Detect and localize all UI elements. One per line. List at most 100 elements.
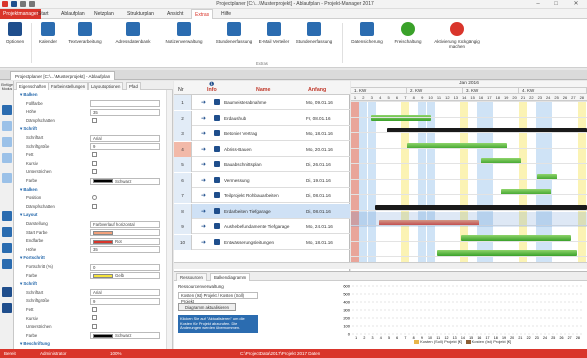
tab-bar-chart[interactable]: Balkendiagramm	[210, 273, 251, 281]
table-icon[interactable]	[2, 259, 12, 269]
task-name[interactable]: Abriss-Bauen	[224, 142, 296, 157]
checkbox[interactable]	[92, 152, 97, 158]
redo-icon[interactable]	[29, 1, 35, 7]
task-start[interactable]: Mo, 20.01.16	[306, 142, 333, 157]
milestone-icon[interactable]	[2, 153, 12, 163]
task-name[interactable]: Vermessung	[224, 173, 296, 188]
table-row[interactable]: 2 ➜ Erdaushub Fr, 08.01.16	[174, 110, 350, 126]
task-name[interactable]: Betonier Vertrag	[224, 126, 296, 141]
property-value[interactable]: 0	[90, 263, 160, 271]
task-start[interactable]: Mo, 24.01.16	[306, 219, 333, 234]
table-row[interactable]: 3 ➜ Betonier Vertrag Mo, 18.01.16	[174, 126, 350, 141]
task-start[interactable]: Mo, 09.01.16	[306, 95, 333, 110]
stopwatch-button[interactable]: Stundenerfassung	[291, 21, 337, 63]
table-row[interactable]: 6 ➜ Vermessung Di, 19.01.16	[174, 172, 350, 188]
property-section[interactable]: ▾ Balken	[16, 186, 166, 194]
undo-icon[interactable]	[20, 1, 26, 7]
task-start[interactable]: Di, 26.01.16	[306, 157, 331, 172]
mode-soll-icon[interactable]	[2, 105, 12, 115]
task-name[interactable]: Bauabschnittsplan	[224, 157, 296, 172]
tab-colors[interactable]: Farbeinstellungen	[48, 82, 89, 90]
radio-button[interactable]	[92, 195, 97, 201]
property-section[interactable]: ▾ Beschriftung	[16, 340, 166, 348]
menu-netzplan[interactable]: Netzplan	[91, 9, 117, 19]
subtask-icon[interactable]	[2, 137, 12, 147]
checkbox[interactable]	[92, 315, 97, 321]
move-down-icon[interactable]	[2, 303, 12, 313]
property-value[interactable]: Rot	[90, 237, 160, 245]
task-start[interactable]: Fr, 08.01.16	[306, 111, 331, 126]
header-name[interactable]: Name	[256, 87, 270, 93]
task-name[interactable]: Erdarbeiten Tiefgarage	[224, 204, 296, 219]
tab-properties[interactable]: Eigenschaften	[16, 82, 50, 90]
task-start[interactable]: Di, 08.01.16	[306, 188, 331, 203]
outdent-icon[interactable]	[2, 227, 12, 237]
minimize-button[interactable]: –	[531, 0, 545, 9]
property-value[interactable]: Arial	[90, 134, 160, 142]
header-start[interactable]: Anfang	[308, 87, 326, 93]
task-start[interactable]: Di, 19.01.16	[306, 173, 331, 188]
checkbox[interactable]	[92, 169, 97, 175]
text-edit-button[interactable]: Textverarbeitung	[63, 21, 107, 63]
task-icon[interactable]	[2, 121, 12, 131]
table-row[interactable]: 10 ➜ Entwässerungsleitungen Mo, 18.01.16	[174, 234, 350, 250]
options-button[interactable]: Optionen	[2, 21, 28, 63]
property-value[interactable]: Farbverlauf horizontal	[90, 220, 160, 228]
maximize-button[interactable]: □	[549, 0, 563, 9]
cost-dropdown[interactable]: Kosten (Ist) Projekt / Kosten (Soll) Pro…	[178, 292, 258, 304]
tab-layout-options[interactable]: Layoutoptionen	[88, 82, 124, 90]
table-row[interactable]: 8 ➜ Erdarbeiten Tiefgarage Di, 08.01.16	[174, 203, 350, 219]
property-value[interactable]: 9	[90, 143, 160, 151]
task-start[interactable]: Di, 08.01.16	[306, 204, 331, 219]
refresh-chart-button[interactable]: Diagramm aktualisieren	[178, 303, 236, 311]
property-section[interactable]: ▾ Fortschritt	[16, 254, 166, 262]
property-value[interactable]: Arial	[90, 289, 160, 297]
deactivate-button[interactable]: Aktivierung rückgängig machen	[430, 21, 484, 63]
task-name[interactable]: Entwässerungsleitungen	[224, 235, 296, 250]
menu-strukturplan[interactable]: Strukturplan	[124, 9, 157, 19]
checkbox[interactable]	[92, 306, 97, 312]
property-value[interactable]: Schwarz	[90, 177, 160, 185]
menu-ansicht[interactable]: Ansicht	[164, 9, 186, 19]
move-up-icon[interactable]	[2, 287, 12, 297]
header-info[interactable]: Info	[207, 87, 217, 93]
task-name[interactable]: Erdaushub	[224, 111, 296, 126]
list-icon[interactable]	[2, 243, 12, 253]
property-value[interactable]	[90, 100, 160, 108]
property-value[interactable]: Gelb	[90, 272, 160, 280]
task-start[interactable]: Mo, 18.01.16	[306, 126, 333, 141]
task-name[interactable]: Baumeisterabnahme	[224, 95, 296, 110]
menu-extras[interactable]: Extras	[191, 9, 214, 19]
address-book-button[interactable]: Adressdatenbank	[110, 21, 156, 63]
property-section[interactable]: ▾ Layout	[16, 211, 166, 219]
menu-ablaufplan[interactable]: Ablaufplan	[58, 9, 88, 19]
table-row[interactable]: 9 ➜ Aushebefundamente Tiefgarage Mo, 24.01.…	[174, 219, 350, 234]
property-value[interactable]: Schwarz	[90, 332, 160, 340]
property-section[interactable]: ▾ Schrift	[16, 125, 166, 133]
time-tracking-button[interactable]: Stundenerfassung	[211, 21, 257, 63]
task-name[interactable]: Aushebefundamente Tiefgarage	[224, 219, 296, 234]
menu-hilfe[interactable]: Hilfe	[218, 9, 234, 19]
property-value[interactable]	[90, 229, 160, 237]
image-icon[interactable]	[2, 173, 12, 183]
property-section[interactable]: ▾ Schrift	[16, 280, 166, 288]
activation-button[interactable]: Freischaltung	[390, 21, 426, 63]
checkbox[interactable]	[92, 160, 97, 166]
close-button[interactable]: ✕	[569, 0, 583, 9]
backup-button[interactable]: Datensicherung	[346, 21, 388, 63]
tab-resources[interactable]: Ressourcen	[176, 273, 207, 281]
checkbox[interactable]	[92, 117, 97, 123]
table-row[interactable]: 4 ➜ Abriss-Bauen Mo, 20.01.16	[174, 141, 350, 157]
tab-path[interactable]: Pfad	[126, 82, 141, 90]
property-value[interactable]: 35	[90, 108, 160, 116]
property-section[interactable]: ▾ Balken	[16, 91, 166, 99]
properties-scrollbar[interactable]	[166, 90, 172, 349]
horizontal-scrollbar[interactable]	[174, 262, 587, 269]
save-icon[interactable]	[11, 1, 17, 7]
calendar-button[interactable]: Kalender	[34, 21, 62, 63]
property-value[interactable]: 35	[90, 246, 160, 254]
task-start[interactable]: Mo, 18.01.16	[306, 235, 333, 250]
email-button[interactable]: E-Mail Verteiler	[258, 21, 290, 63]
notes-button[interactable]: Notizenverwaltung	[160, 21, 208, 63]
checkbox[interactable]	[92, 324, 97, 330]
